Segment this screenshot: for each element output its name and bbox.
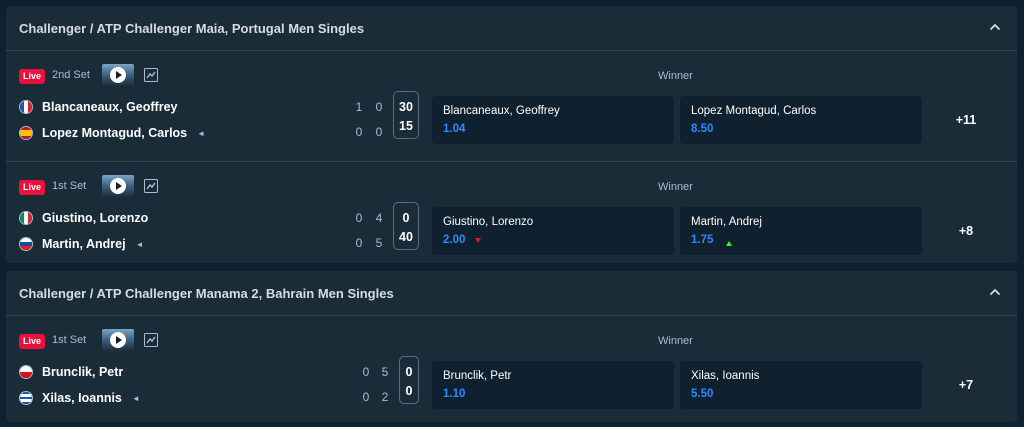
player-home[interactable]: Giustino, Lorenzo — [19, 209, 148, 227]
outcome-name: Martin, Andrej — [691, 216, 762, 228]
outcome-name: Giustino, Lorenzo — [443, 216, 534, 228]
serve-indicator-icon: ◄ — [135, 239, 144, 249]
event-row: Live 2nd Set Blancaneaux, Geoffrey Lopez… — [6, 51, 1017, 162]
player-away[interactable]: Xilas, Ioannis ◄ — [19, 389, 140, 407]
set-score: 5 — [375, 236, 383, 250]
set-score: 4 — [375, 211, 383, 225]
flag-greece-icon — [19, 391, 33, 405]
outcome-odds: 1.04 — [443, 123, 466, 135]
line-chart-icon[interactable] — [144, 333, 158, 347]
flag-spain-icon — [19, 126, 33, 140]
game-score: 0 — [402, 211, 410, 225]
outcome-odds: 1.75 — [691, 234, 714, 246]
outcome-name: Blancaneaux, Geoffrey — [443, 105, 560, 117]
odds-button[interactable]: Brunclik, Petr 1.10 — [432, 361, 674, 409]
game-score: 30 — [399, 100, 413, 114]
outcome-name: Xilas, Ioannis — [691, 370, 760, 382]
flag-czech-icon — [19, 365, 33, 379]
game-score: 40 — [399, 230, 413, 244]
player-name: Giustino, Lorenzo — [42, 211, 149, 225]
flag-italy-icon — [19, 211, 33, 225]
player-home[interactable]: Blancaneaux, Geoffrey — [19, 98, 177, 116]
outcome-odds: 5.50 — [691, 388, 714, 400]
line-chart-icon[interactable] — [144, 179, 158, 193]
event-row: Live 1st Set Giustino, Lorenzo Martin, A… — [6, 162, 1017, 263]
set-score: 0 — [355, 125, 363, 139]
outcome-odds: 1.10 — [443, 388, 466, 400]
match-period: 2nd Set — [52, 69, 90, 81]
odds-button[interactable]: Martin, Andrej 1.75 — [680, 207, 922, 255]
more-markets-button[interactable]: +11 — [946, 113, 986, 127]
player-name: Blancaneaux, Geoffrey — [42, 100, 178, 114]
play-icon — [110, 178, 126, 194]
live-badge: Live — [19, 180, 46, 195]
set-score: 0 — [362, 390, 370, 404]
serve-indicator-icon: ◄ — [197, 128, 206, 138]
flag-slovakia-icon — [19, 237, 33, 251]
odds-up-icon — [726, 241, 732, 246]
competition-title: Challenger / ATP Challenger Maia, Portug… — [19, 21, 365, 36]
outcome-name: Brunclik, Petr — [443, 370, 512, 382]
serve-indicator-icon: ◄ — [131, 393, 140, 403]
game-score-box: 30 15 — [393, 91, 419, 139]
set-score: 5 — [381, 365, 389, 379]
event-row: Live 1st Set Brunclik, Petr Xilas, Ioann… — [6, 316, 1017, 422]
player-home[interactable]: Brunclik, Petr — [19, 363, 123, 381]
competition-group-maia: Challenger / ATP Challenger Maia, Portug… — [6, 6, 1017, 263]
live-badge: Live — [19, 69, 46, 84]
competition-group-manama: Challenger / ATP Challenger Manama 2, Ba… — [6, 271, 1017, 422]
outcome-odds: 2.00 — [443, 234, 466, 246]
odds-button[interactable]: Xilas, Ioannis 5.50 — [680, 361, 922, 409]
set-score: 0 — [355, 211, 363, 225]
play-icon — [110, 67, 126, 83]
player-away[interactable]: Lopez Montagud, Carlos ◄ — [19, 124, 205, 142]
play-icon — [110, 332, 126, 348]
stream-button[interactable] — [102, 329, 134, 351]
flag-france-icon — [19, 100, 33, 114]
live-badge: Live — [19, 334, 46, 349]
chevron-up-icon[interactable] — [987, 19, 1003, 35]
game-score: 15 — [399, 119, 413, 133]
odds-button[interactable]: Giustino, Lorenzo 2.00 — [432, 207, 674, 255]
stream-button[interactable] — [102, 64, 134, 86]
game-score: 0 — [405, 365, 413, 379]
player-away[interactable]: Martin, Andrej ◄ — [19, 235, 144, 253]
odds-button[interactable]: Lopez Montagud, Carlos 8.50 — [680, 96, 922, 144]
odds-down-icon — [475, 238, 481, 243]
game-score: 0 — [405, 384, 413, 398]
match-period: 1st Set — [52, 334, 87, 346]
line-chart-icon[interactable] — [144, 68, 158, 82]
stream-button[interactable] — [102, 175, 134, 197]
set-score: 1 — [355, 100, 363, 114]
game-score-box: 0 0 — [399, 356, 419, 404]
set-score: 0 — [355, 236, 363, 250]
competition-header[interactable]: Challenger / ATP Challenger Maia, Portug… — [6, 6, 1017, 51]
set-score: 0 — [375, 125, 383, 139]
competition-title: Challenger / ATP Challenger Manama 2, Ba… — [19, 286, 394, 301]
competition-header[interactable]: Challenger / ATP Challenger Manama 2, Ba… — [6, 271, 1017, 316]
set-score: 0 — [362, 365, 370, 379]
set-score: 0 — [375, 100, 383, 114]
more-markets-button[interactable]: +7 — [946, 378, 986, 392]
player-name: Martin, Andrej — [42, 237, 126, 251]
match-period: 1st Set — [52, 180, 87, 192]
odds-button[interactable]: Blancaneaux, Geoffrey 1.04 — [432, 96, 674, 144]
player-name: Brunclik, Petr — [42, 365, 124, 379]
player-name: Xilas, Ioannis — [42, 391, 122, 405]
set-score: 2 — [381, 390, 389, 404]
player-name: Lopez Montagud, Carlos — [42, 126, 188, 140]
outcome-odds: 8.50 — [691, 123, 714, 135]
chevron-up-icon[interactable] — [987, 284, 1003, 300]
outcome-name: Lopez Montagud, Carlos — [691, 105, 817, 117]
more-markets-button[interactable]: +8 — [946, 224, 986, 238]
game-score-box: 0 40 — [393, 202, 419, 250]
